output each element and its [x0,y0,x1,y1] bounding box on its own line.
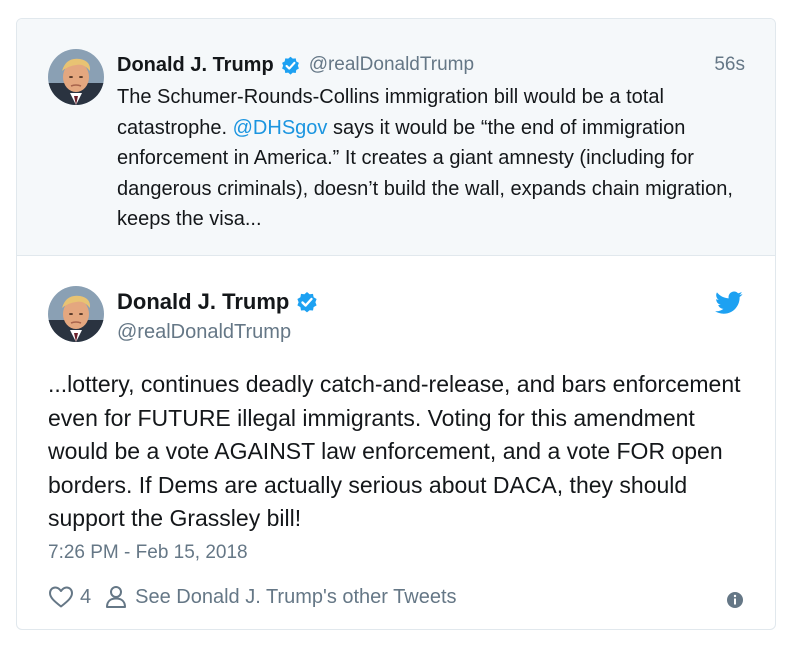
like-count[interactable]: 4 [80,586,91,609]
embedded-tweet-card: Donald J. Trump @realDonaldTrump 56s The… [16,18,776,630]
verified-badge-icon [280,55,301,76]
author-handle[interactable]: @realDonaldTrump [309,54,474,76]
heart-icon[interactable] [48,585,74,609]
person-icon[interactable] [105,585,127,609]
see-other-tweets-link[interactable]: See Donald J. Trump's other Tweets [135,586,456,609]
quoted-tweet-header: Donald J. Trump @realDonaldTrump [117,52,474,78]
tweet-timestamp[interactable]: 56s [714,54,745,76]
quoted-tweet-text: The Schumer-Rounds-Collins immigration b… [117,82,757,235]
mention-link[interactable]: @DHSgov [233,117,328,139]
tweet-actions: 4 See Donald J. Trump's other Tweets [48,585,457,609]
main-tweet-text: ...lottery, continues deadly catch-and-r… [48,371,741,531]
verified-badge-icon [295,290,319,314]
author-name[interactable]: Donald J. Trump [117,289,289,315]
author-name[interactable]: Donald J. Trump [117,54,274,77]
author-handle[interactable]: @realDonaldTrump [117,321,291,344]
tweet-date[interactable]: 7:26 PM - Feb 15, 2018 [48,542,248,564]
avatar[interactable] [48,49,104,105]
main-tweet-author: Donald J. Trump [117,289,319,315]
quoted-tweet[interactable]: Donald J. Trump @realDonaldTrump 56s The… [17,19,775,256]
avatar[interactable] [48,286,104,342]
info-icon[interactable] [726,591,744,614]
twitter-bird-icon[interactable] [715,291,743,320]
